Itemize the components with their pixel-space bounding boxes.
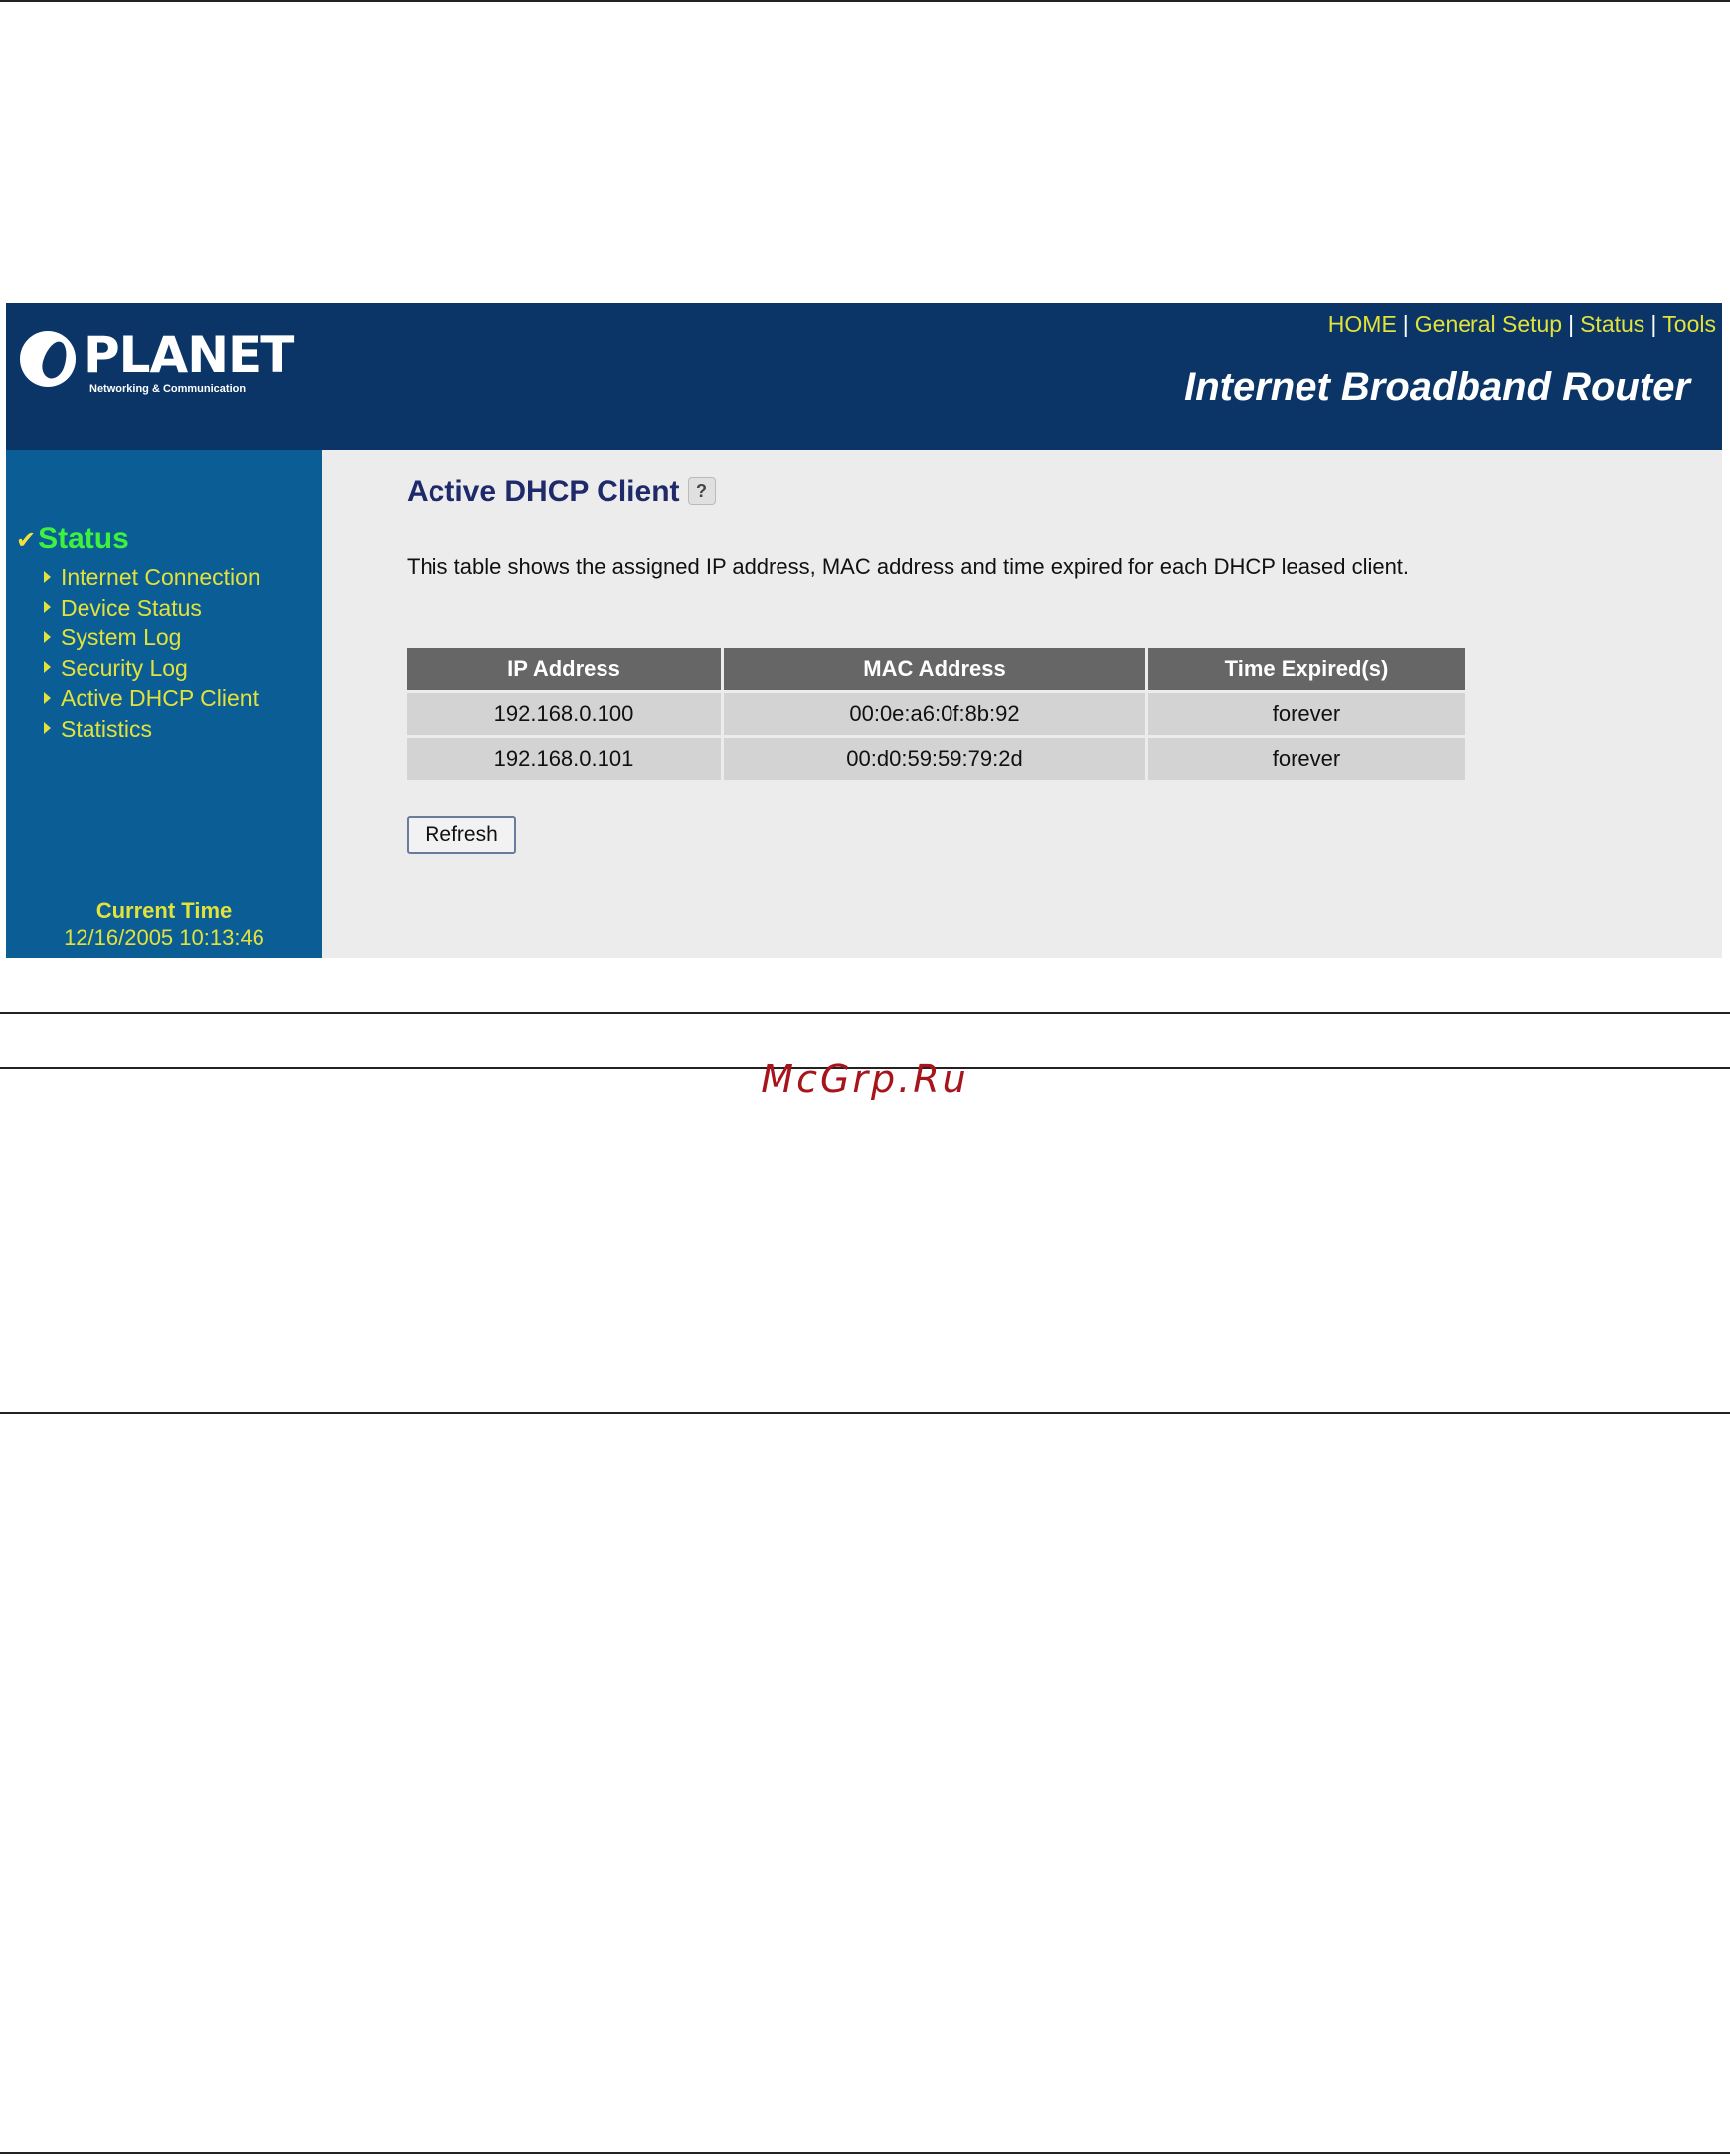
sidebar: ✔Status Internet Connection Device Statu… [6,450,322,958]
nav-tools-link[interactable]: Tools [1662,311,1716,337]
sidebar-item-security-log[interactable]: Security Log [44,653,260,684]
column-header-mac-address: MAC Address [724,648,1145,690]
page-description: This table shows the assigned IP address… [407,554,1410,579]
column-header-time-expired: Time Expired(s) [1148,648,1465,690]
sidebar-item-statistics[interactable]: Statistics [44,714,260,745]
page-divider-rule [0,1412,1730,1414]
nav-general-setup-link[interactable]: General Setup [1415,311,1562,337]
dhcp-client-table: IP Address MAC Address Time Expired(s) 1… [404,645,1468,783]
logo-name: PLANET [84,326,294,384]
cell-ip-address: 192.168.0.101 [407,738,721,780]
sidebar-section-label: Status [38,522,129,555]
planet-logo-icon [20,331,76,387]
arrow-right-icon [44,601,51,614]
sidebar-section-status[interactable]: ✔Status [16,522,129,556]
sidebar-menu: Internet Connection Device Status System… [44,562,260,744]
arrow-right-icon [44,691,51,704]
refresh-button[interactable]: Refresh [407,816,516,854]
sidebar-item-active-dhcp-client[interactable]: Active DHCP Client [44,683,260,714]
cell-mac-address: 00:0e:a6:0f:8b:92 [724,693,1145,735]
table-header-row: IP Address MAC Address Time Expired(s) [407,648,1465,690]
nav-status-link[interactable]: Status [1580,311,1644,337]
sidebar-item-system-log[interactable]: System Log [44,623,260,653]
watermark: McGrp.Ru [761,1057,969,1101]
sidebar-item-device-status[interactable]: Device Status [44,593,260,624]
column-header-ip-address: IP Address [407,648,721,690]
nav-home-link[interactable]: HOME [1328,311,1397,337]
nav-separator: | [1568,311,1575,337]
router-title: Internet Broadband Router [1184,365,1690,409]
sidebar-item-label: Active DHCP Client [61,685,259,711]
current-time-label: Current Time [95,898,233,923]
page-bottom-rule [0,2152,1730,2154]
sidebar-item-label: Security Log [61,654,188,681]
cell-time-expired: forever [1148,738,1465,780]
page-divider-rule [0,1012,1730,1014]
arrow-right-icon [44,661,51,674]
arrow-right-icon [44,722,51,735]
page-top-rule [0,0,1730,2]
table-row: 192.168.0.100 00:0e:a6:0f:8b:92 forever [407,693,1465,735]
logo-tagline: Networking & Communication [89,383,247,395]
nav-separator: | [1650,311,1657,337]
cell-time-expired: forever [1148,693,1465,735]
sidebar-item-label: Device Status [61,594,202,621]
current-time-value: 12/16/2005 10:13:46 [64,925,264,950]
main-content: Active DHCP Client? This table shows the… [322,450,1722,958]
checkmark-icon: ✔ [16,527,37,554]
sidebar-item-label: System Log [61,625,182,650]
cell-mac-address: 00:d0:59:59:79:2d [724,738,1145,780]
top-navigation: HOME | General Setup | Status | Tools [1328,311,1716,338]
help-icon[interactable]: ? [687,477,716,506]
arrow-right-icon [44,630,51,643]
cell-ip-address: 192.168.0.100 [407,693,721,735]
router-ui-screenshot: PLANET Networking & Communication HOME | G… [6,303,1722,958]
sidebar-item-label: Internet Connection [61,564,260,590]
sidebar-item-internet-connection[interactable]: Internet Connection [44,562,260,593]
nav-separator: | [1402,311,1409,337]
planet-logo[interactable]: PLANET Networking & Communication [18,325,294,405]
router-header: PLANET Networking & Communication HOME | G… [6,303,1722,450]
page-title-text: Active DHCP Client [407,475,680,508]
table-row: 192.168.0.101 00:d0:59:59:79:2d forever [407,738,1465,780]
sidebar-item-label: Statistics [61,715,153,742]
arrow-right-icon [44,570,51,583]
page-title: Active DHCP Client? [407,475,716,509]
